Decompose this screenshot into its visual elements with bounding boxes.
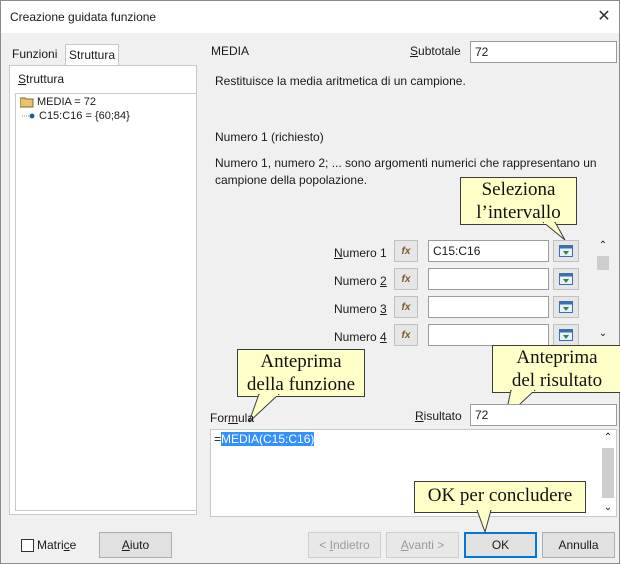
subtotal-field[interactable]: 72 — [470, 41, 617, 63]
back-button[interactable]: < Indietro — [308, 532, 381, 558]
callout-select-range-line2: l’intervallo — [476, 202, 561, 223]
fx-button-3[interactable]: fx — [394, 296, 418, 318]
select-range-button-4[interactable] — [553, 324, 579, 346]
folder-icon — [20, 97, 34, 107]
shrink-icon — [559, 273, 573, 285]
tree-node-root-label: MEDIA = 72 — [37, 96, 97, 108]
callout-pointer — [542, 222, 566, 241]
select-range-button-2[interactable] — [553, 268, 579, 290]
subtotal-label: Subtotale — [410, 44, 461, 58]
scroll-up-icon[interactable]: ⌃ — [601, 432, 615, 444]
scroll-down-icon[interactable]: ⌄ — [596, 328, 610, 340]
tree-node-root[interactable]: MEDIA = 72 — [20, 96, 96, 108]
callout-result-preview: Anteprima del risultato — [492, 345, 620, 393]
fx-button-4[interactable]: fx — [394, 324, 418, 346]
shrink-icon — [559, 329, 573, 341]
formula-label: Formula — [210, 411, 255, 425]
arg-field-2[interactable] — [428, 268, 549, 290]
callout-pointer — [476, 510, 492, 534]
tree-line-dot-icon — [22, 113, 35, 119]
tab-structure[interactable]: Struttura — [65, 44, 120, 65]
arg-label-1: Numero 1 — [334, 246, 387, 260]
fx-icon: fx — [401, 329, 411, 341]
tree-node-child[interactable]: C15:C16 = {60;84} — [22, 110, 130, 122]
args-scroll-thumb[interactable] — [597, 256, 609, 270]
arg-label-4: Numero 4 — [334, 330, 387, 344]
structure-heading: Struttura — [18, 72, 65, 86]
tab-functions[interactable]: Funzioni — [9, 44, 60, 64]
function-wizard-dialog: Creazione guidata funzione ✕ Funzioni St… — [0, 0, 620, 564]
callout-select-range-line1: Seleziona — [481, 179, 556, 200]
close-icon[interactable]: ✕ — [593, 6, 615, 28]
arg-label-3: Numero 3 — [334, 302, 387, 316]
tree-node-child-label: C15:C16 = {60;84} — [39, 110, 130, 122]
window-title: Creazione guidata funzione — [10, 10, 157, 24]
matrix-checkbox[interactable]: Matrice — [21, 538, 76, 552]
callout-select-range: Seleziona l’intervallo — [460, 177, 577, 225]
fx-icon: fx — [401, 245, 411, 257]
callout-function-preview-line1: Anteprima — [260, 351, 342, 372]
function-description: Restituisce la media aritmetica di un ca… — [215, 74, 466, 88]
help-button[interactable]: Aiuto — [99, 532, 172, 558]
structure-tree[interactable]: MEDIA = 72 C15:C16 = {60;84} — [15, 93, 197, 511]
fx-icon: fx — [401, 273, 411, 285]
fx-button-1[interactable]: fx — [394, 240, 418, 262]
next-button[interactable]: Avanti > — [386, 532, 459, 558]
callout-result-preview-line1: Anteprima — [516, 347, 598, 368]
formula-text[interactable]: =MEDIA(C15:C16) — [214, 432, 315, 446]
result-field[interactable]: 72 — [470, 404, 617, 426]
select-range-button-1[interactable] — [553, 240, 579, 262]
checkbox-icon[interactable] — [21, 538, 34, 552]
arg-field-3[interactable] — [428, 296, 549, 318]
shrink-icon — [559, 301, 573, 313]
formula-scrollbar[interactable]: ⌃ ⌄ — [601, 432, 615, 514]
formula-scroll-thumb[interactable] — [602, 448, 614, 498]
formula-selection: MEDIA(C15:C16) — [221, 432, 315, 446]
callout-function-preview-line2: della funzione — [246, 374, 356, 395]
function-name: MEDIA — [211, 44, 250, 58]
arg-label-2: Numero 2 — [334, 274, 387, 288]
select-range-button-3[interactable] — [553, 296, 579, 318]
fx-button-2[interactable]: fx — [394, 268, 418, 290]
args-scrollbar[interactable]: ⌃ ⌄ — [596, 240, 610, 346]
scroll-down-icon[interactable]: ⌄ — [601, 502, 615, 514]
callout-ok: OK per concludere — [414, 481, 586, 513]
scroll-up-icon[interactable]: ⌃ — [596, 240, 610, 252]
title-bar: Creazione guidata funzione ✕ — [1, 1, 619, 33]
fx-icon: fx — [401, 301, 411, 313]
arg-field-4[interactable] — [428, 324, 549, 346]
cancel-button[interactable]: Annulla — [542, 532, 615, 558]
shrink-icon — [559, 245, 573, 257]
arg-field-1[interactable]: C15:C16 — [428, 240, 549, 262]
argument-title: Numero 1 (richiesto) — [215, 130, 324, 144]
formula-prefix: = — [214, 432, 222, 446]
ok-button[interactable]: OK — [464, 532, 537, 558]
callout-result-preview-line2: del risultato — [511, 370, 603, 391]
result-label: Risultato — [415, 409, 462, 423]
matrix-label: Matrice — [37, 538, 77, 552]
callout-function-preview: Anteprima della funzione — [237, 349, 365, 397]
